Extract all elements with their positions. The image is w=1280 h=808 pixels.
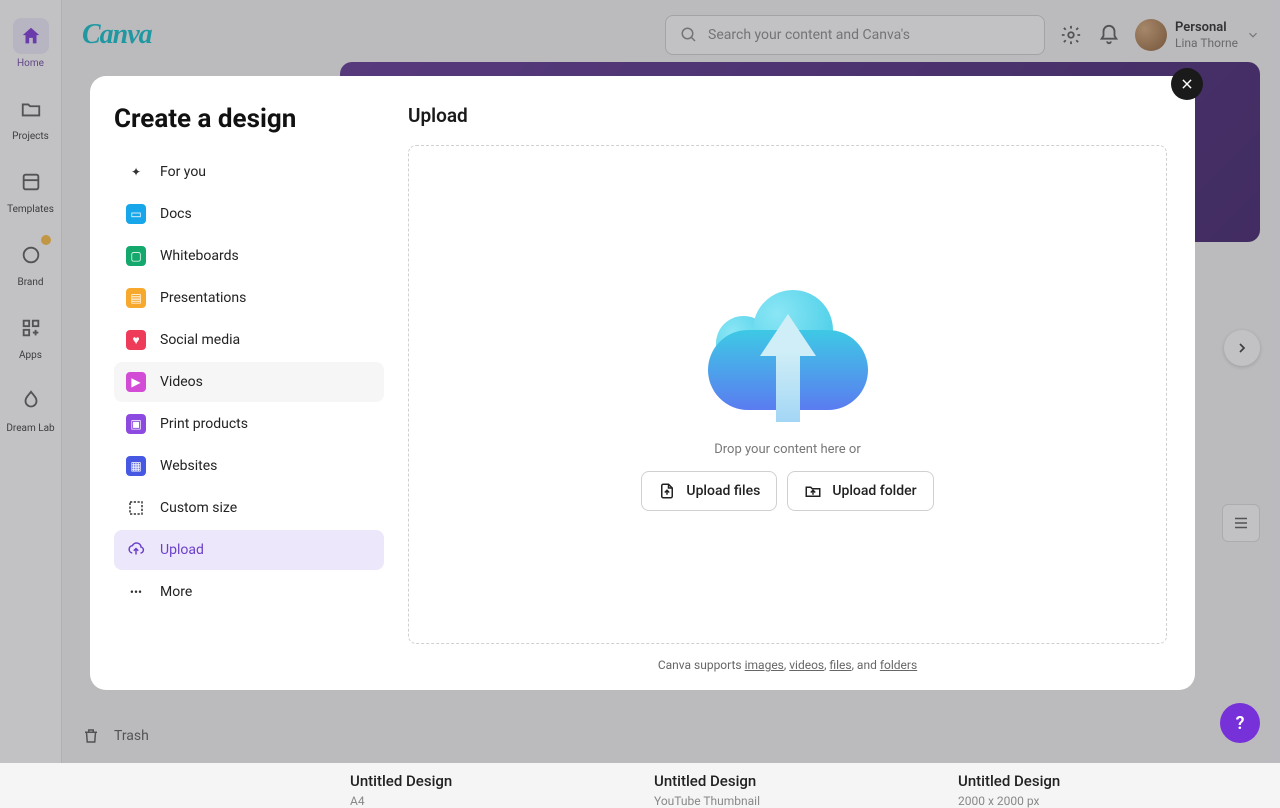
resize-icon: [126, 498, 146, 518]
heart-icon: ♥: [126, 330, 146, 350]
menu-custom-size[interactable]: Custom size: [114, 488, 384, 528]
menu-upload[interactable]: Upload: [114, 530, 384, 570]
whiteboard-icon: ▢: [126, 246, 146, 266]
menu-whiteboards[interactable]: ▢ Whiteboards: [114, 236, 384, 276]
drop-zone[interactable]: Drop your content here or Upload files U…: [408, 145, 1167, 644]
folder-upload-icon: [804, 482, 822, 500]
upload-icon: [126, 540, 146, 560]
menu-more[interactable]: ••• More: [114, 572, 384, 612]
upload-folder-button[interactable]: Upload folder: [787, 471, 933, 511]
design-card[interactable]: Untitled Design A4: [350, 772, 630, 808]
menu-videos[interactable]: ▶ Videos: [114, 362, 384, 402]
help-button[interactable]: ?: [1220, 703, 1260, 743]
docs-icon: ▭: [126, 204, 146, 224]
cloud-upload-icon: [698, 278, 878, 428]
print-icon: ▣: [126, 414, 146, 434]
video-icon: ▶: [126, 372, 146, 392]
modal-title: Create a design: [114, 104, 384, 134]
link-folders[interactable]: folders: [880, 658, 917, 672]
create-design-modal: Create a design ✦ For you ▭ Docs ▢ White…: [90, 76, 1195, 690]
menu-for-you[interactable]: ✦ For you: [114, 152, 384, 192]
presentation-icon: ▤: [126, 288, 146, 308]
modal-content: Upload Drop your content here or Upload …: [408, 76, 1195, 690]
file-upload-icon: [658, 482, 676, 500]
menu-presentations[interactable]: ▤ Presentations: [114, 278, 384, 318]
sparkle-icon: ✦: [126, 162, 146, 182]
menu-websites[interactable]: ▦ Websites: [114, 446, 384, 486]
close-icon: [1180, 77, 1194, 91]
close-button[interactable]: [1171, 68, 1203, 100]
support-text: Canva supports images, videos, files, an…: [408, 658, 1167, 672]
upload-heading: Upload: [408, 104, 1167, 127]
menu-print-products[interactable]: ▣ Print products: [114, 404, 384, 444]
recent-designs-row: Untitled Design A4 Untitled Design YouTu…: [340, 772, 1260, 808]
modal-sidebar: Create a design ✦ For you ▭ Docs ▢ White…: [90, 76, 408, 690]
drop-text: Drop your content here or: [714, 442, 861, 457]
help-icon: ?: [1236, 713, 1245, 734]
menu-docs[interactable]: ▭ Docs: [114, 194, 384, 234]
upload-files-button[interactable]: Upload files: [641, 471, 777, 511]
menu-social-media[interactable]: ♥ Social media: [114, 320, 384, 360]
design-card[interactable]: Untitled Design YouTube Thumbnail: [654, 772, 934, 808]
website-icon: ▦: [126, 456, 146, 476]
design-card[interactable]: Untitled Design 2000 x 2000 px: [958, 772, 1238, 808]
more-icon: •••: [126, 582, 146, 602]
link-images[interactable]: images: [745, 658, 784, 672]
link-videos[interactable]: videos: [789, 658, 824, 672]
link-files[interactable]: files: [829, 658, 851, 672]
